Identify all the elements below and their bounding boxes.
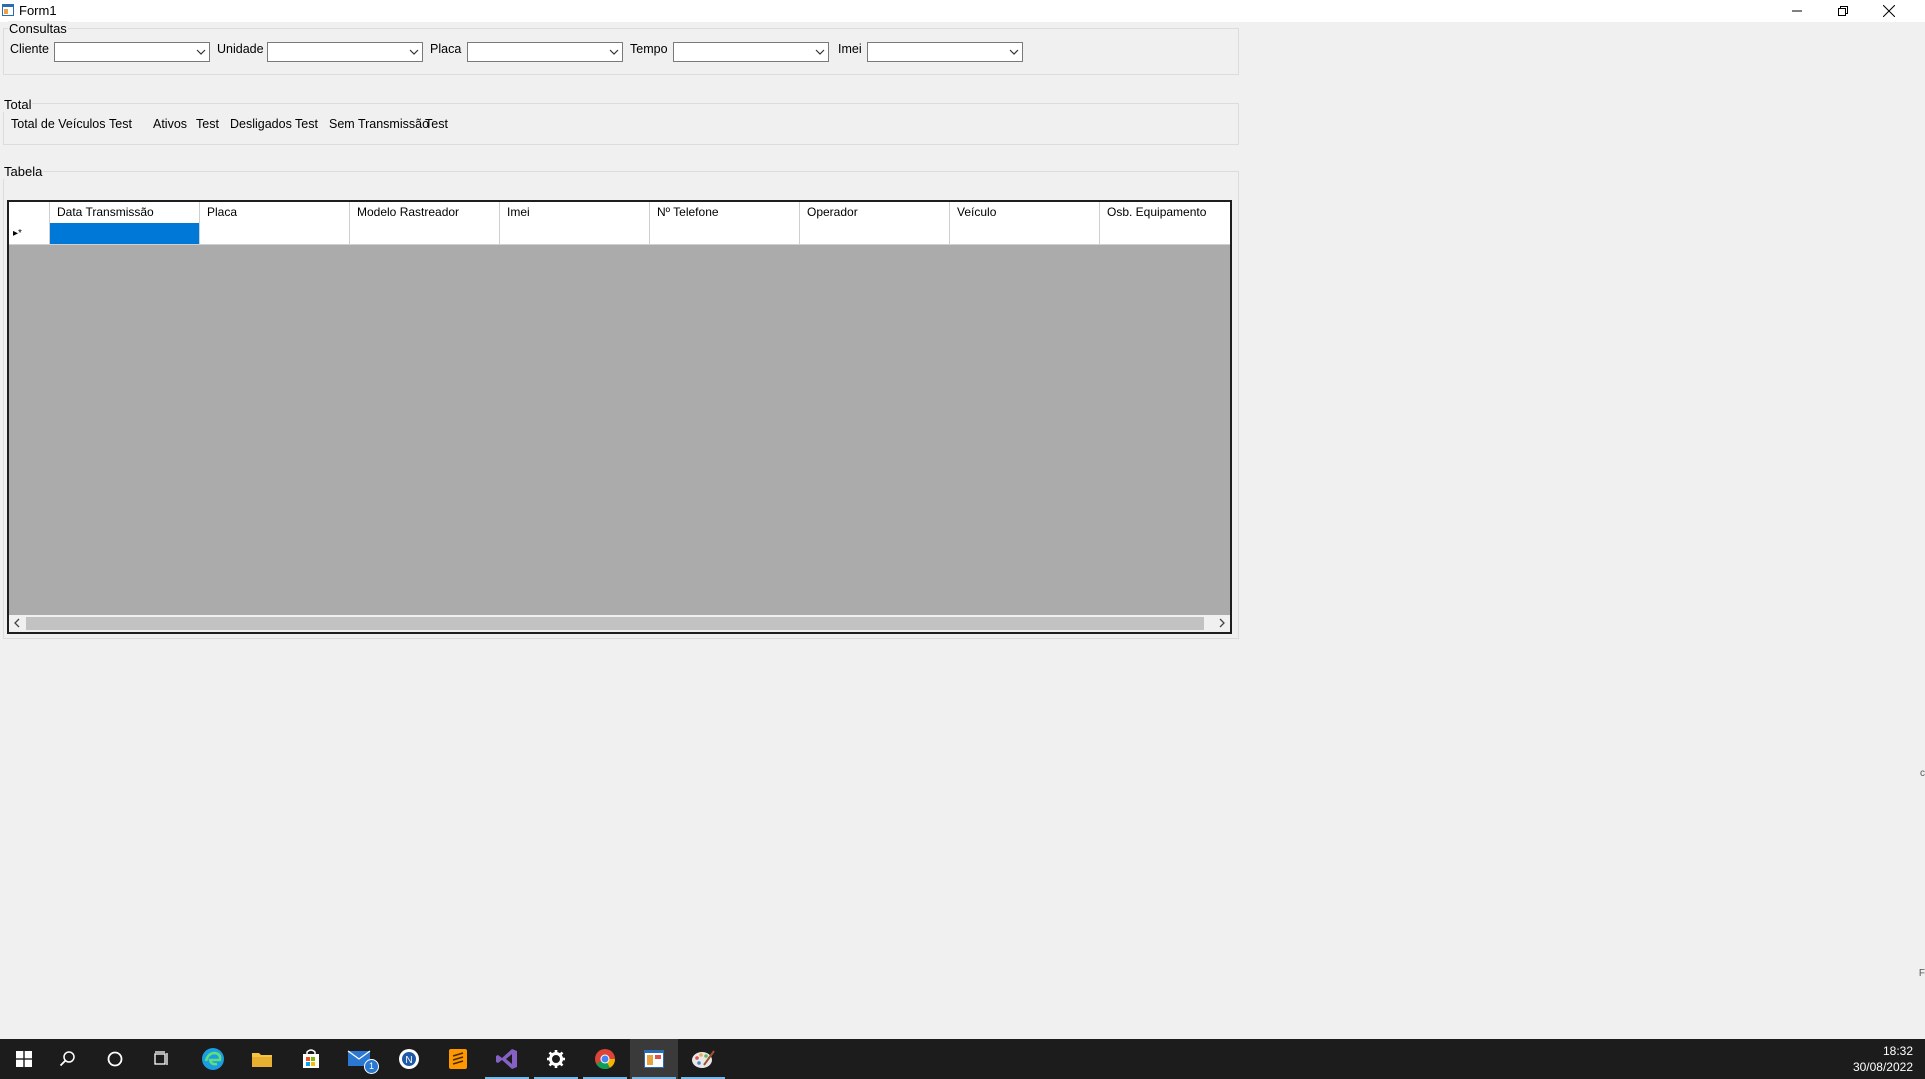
window-title: Form1 (19, 3, 57, 18)
edge-icon (202, 1048, 224, 1070)
scroll-right-icon[interactable] (1217, 618, 1227, 628)
unidade-combo[interactable] (267, 42, 423, 62)
clock-time: 18:32 (1882, 1044, 1913, 1058)
settings-button[interactable] (532, 1039, 580, 1079)
winforms-app-icon (644, 1050, 664, 1068)
grid-cell[interactable] (500, 223, 650, 244)
app-icon: N (399, 1049, 419, 1069)
column-header-veiculo[interactable]: Veículo (950, 202, 1100, 223)
ativos-value: Test (196, 117, 219, 131)
scrollbar-thumb[interactable] (26, 617, 1204, 630)
minimize-icon (1792, 10, 1802, 12)
total-veiculos-value: Test (109, 117, 132, 131)
start-button[interactable] (0, 1039, 48, 1079)
file-explorer-button[interactable] (238, 1039, 286, 1079)
ativos-label: Ativos (153, 117, 188, 131)
unidade-label: Unidade (217, 42, 264, 56)
data-grid[interactable]: Data Transmissão Placa Modelo Rastreador… (7, 200, 1232, 634)
paint-icon (692, 1050, 715, 1068)
edge-text-mid: c (1920, 768, 1925, 779)
placa-combo[interactable] (467, 42, 623, 62)
tempo-combo[interactable] (673, 42, 829, 62)
task-view-icon (154, 1051, 168, 1065)
new-row[interactable]: ▸* (9, 223, 1230, 245)
task-view-button[interactable] (138, 1039, 186, 1079)
tempo-label: Tempo (630, 42, 668, 56)
search-icon (59, 1051, 75, 1067)
settings-icon (547, 1050, 565, 1068)
grid-cell[interactable] (350, 223, 500, 244)
system-clock[interactable]: 18:32 30/08/2022 (1853, 1043, 1913, 1075)
restore-icon (1838, 6, 1848, 16)
chevron-down-icon (1009, 49, 1019, 55)
column-header-osb-equipamento[interactable]: Osb. Equipamento (1100, 202, 1230, 223)
grid-cell[interactable] (950, 223, 1100, 244)
cortana-icon (107, 1051, 123, 1067)
placa-label: Placa (430, 42, 462, 56)
grid-cell[interactable] (1100, 223, 1230, 244)
edge-button[interactable] (189, 1039, 237, 1079)
sem-transmissao-label: Sem Transmissão (329, 117, 430, 131)
sublime-text-button[interactable] (434, 1039, 482, 1079)
paint-button[interactable] (679, 1039, 727, 1079)
chevron-down-icon (196, 49, 206, 55)
cortana-button[interactable] (91, 1039, 139, 1079)
total-group-label: Total (3, 97, 33, 112)
winforms-app-button[interactable] (630, 1039, 678, 1079)
grid-cell[interactable] (650, 223, 800, 244)
store-button[interactable] (287, 1039, 335, 1079)
app-window: Form1 Consultas Cliente Unidade Placa Te… (0, 0, 1925, 1039)
column-header-modelo-rastreador[interactable]: Modelo Rastreador (350, 202, 500, 223)
column-header-imei[interactable]: Imei (500, 202, 650, 223)
grid-cell[interactable] (200, 223, 350, 244)
column-header-telefone[interactable]: Nº Telefone (650, 202, 800, 223)
column-header-placa[interactable]: Placa (200, 202, 350, 223)
restore-button[interactable] (1820, 0, 1866, 22)
cliente-label: Cliente (10, 42, 49, 56)
row-header-corner[interactable] (9, 202, 50, 223)
imei-label: Imei (838, 42, 862, 56)
visual-studio-icon (496, 1049, 517, 1069)
close-icon (1883, 5, 1895, 17)
grid-header-row: Data Transmissão Placa Modelo Rastreador… (9, 202, 1230, 224)
form-app-icon (2, 4, 14, 16)
total-group (3, 103, 1239, 145)
column-header-operador[interactable]: Operador (800, 202, 950, 223)
column-header-data-transmissao[interactable]: Data Transmissão (50, 202, 200, 223)
chevron-down-icon (609, 49, 619, 55)
desligados-label: Desligados (230, 117, 292, 131)
store-icon (303, 1049, 319, 1068)
tabela-group-label: Tabela (3, 164, 44, 179)
mail-badge: 1 (364, 1059, 379, 1074)
imei-combo[interactable] (867, 42, 1023, 62)
chrome-button[interactable] (581, 1039, 629, 1079)
consultas-group-label: Consultas (8, 21, 68, 36)
chevron-down-icon (409, 49, 419, 55)
windows-start-icon (16, 1051, 32, 1067)
chevron-down-icon (815, 49, 825, 55)
horizontal-scrollbar[interactable] (9, 615, 1230, 632)
clock-date: 30/08/2022 (1852, 1060, 1913, 1074)
svg-text:N: N (405, 1055, 412, 1066)
file-explorer-icon (252, 1053, 272, 1067)
visual-studio-button[interactable] (483, 1039, 531, 1079)
sem-transmissao-value: Test (425, 117, 448, 131)
new-row-marker[interactable]: ▸* (9, 223, 50, 244)
sublime-text-icon (449, 1049, 467, 1069)
grid-cell-selected[interactable] (50, 223, 200, 244)
close-button[interactable] (1866, 0, 1912, 22)
cliente-combo[interactable] (54, 42, 210, 62)
chrome-icon (595, 1049, 616, 1070)
scroll-left-icon[interactable] (12, 618, 22, 628)
app-button[interactable]: N (385, 1039, 433, 1079)
title-bar[interactable]: Form1 (0, 0, 1925, 22)
total-veiculos-label: Total de Veículos (11, 117, 106, 131)
desligados-value: Test (295, 117, 318, 131)
taskbar: 1 N 18:32 30/08/2022 (0, 1039, 1925, 1079)
grid-cell[interactable] (800, 223, 950, 244)
search-button[interactable] (44, 1039, 92, 1079)
minimize-button[interactable] (1774, 0, 1820, 22)
edge-text-bottom: F (1918, 968, 1925, 979)
mail-button[interactable]: 1 (336, 1039, 384, 1079)
